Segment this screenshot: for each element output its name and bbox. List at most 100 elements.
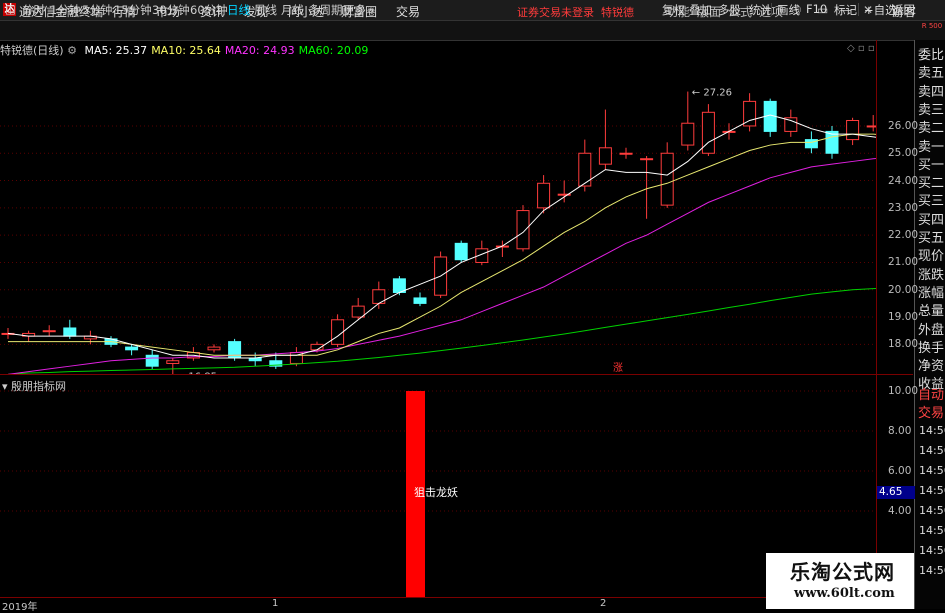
candlestick-chart: ← 27.26 ← 16.85 xyxy=(0,88,876,374)
date-axis xyxy=(0,597,876,610)
tick-time: 14:56 xyxy=(919,564,945,577)
candle-body xyxy=(537,182,551,209)
price-tick-label: 20.00 xyxy=(888,283,919,296)
price-tick-label: 25.00 xyxy=(888,147,919,160)
period-tab-15min[interactable]: 15分钟 xyxy=(114,2,152,18)
side-field-label: 买一 xyxy=(918,157,945,173)
menu-item-trade[interactable]: 交易 xyxy=(396,3,420,20)
mark-button[interactable]: 标记 xyxy=(834,2,857,18)
side-field-label: 卖五 xyxy=(918,66,945,82)
candle-body xyxy=(825,130,839,154)
ma5-line xyxy=(7,114,876,359)
side-field-label: 涨跌 xyxy=(918,267,945,283)
side-field-label: 买四 xyxy=(918,212,945,228)
side-field-label: 自动 xyxy=(918,388,945,403)
side-field-label: 委比 xyxy=(918,48,945,63)
period-tab-30min[interactable]: 30分钟 xyxy=(152,2,190,18)
price-tick-label: 19.00 xyxy=(888,311,919,324)
stats-button[interactable]: 统计 xyxy=(749,2,772,18)
ma10-line xyxy=(8,133,876,356)
restore-rights-button[interactable]: 复权 xyxy=(662,2,685,18)
date-label: 2019年 xyxy=(2,602,38,613)
indicator-tick-label: 4.00 xyxy=(888,505,912,517)
watermark-title: 乐淘公式网 xyxy=(790,560,895,584)
candle-body xyxy=(516,210,530,250)
side-field-label: 卖二 xyxy=(918,121,945,137)
back-button[interactable]: 返回 xyxy=(892,2,915,18)
toolbar-menu-icon[interactable]: ◫ xyxy=(5,2,16,16)
side-field-label: 外盘 xyxy=(918,322,945,338)
candle-body xyxy=(166,360,180,364)
limit-up-marker: 涨 xyxy=(613,363,623,374)
indicator-tick-label: 8.00 xyxy=(888,425,912,437)
ma60-line xyxy=(7,288,876,374)
multi-stock-button[interactable]: 多股 xyxy=(718,2,741,18)
high-price-label: ← 27.26 xyxy=(692,88,732,99)
candle-body xyxy=(598,147,612,165)
price-tick-label: 21.00 xyxy=(888,256,919,269)
period-tab-monthly[interactable]: 月线 xyxy=(281,2,304,18)
watermark-url: www.60lt.com xyxy=(794,586,895,601)
period-tab-weekly[interactable]: 周线 xyxy=(254,2,277,18)
f10-button[interactable]: F10 xyxy=(806,2,827,16)
period-tab-multi[interactable]: 多周期 xyxy=(308,2,343,18)
tick-time: 14:56 xyxy=(919,464,945,477)
side-field-label: 卖一 xyxy=(918,139,945,155)
side-field-label: 卖三 xyxy=(918,102,945,118)
signal-label: 狙击龙妖 xyxy=(414,486,458,499)
candle-body xyxy=(640,158,654,161)
tick-time: 14:56 xyxy=(919,544,945,557)
candle-body xyxy=(413,297,427,304)
candle-body xyxy=(701,111,715,154)
candle-body xyxy=(866,125,876,128)
tick-time: 14:56 xyxy=(919,424,945,437)
tick-time: 14:56 xyxy=(919,484,945,497)
side-field-label: 交易 xyxy=(918,406,945,421)
toolbar-divider xyxy=(858,3,859,16)
candle-body xyxy=(351,305,365,318)
indicator-current-value: 4.65 xyxy=(877,486,915,499)
tick-time: 14:56 xyxy=(919,504,945,517)
side-field-label: 买三 xyxy=(918,194,945,210)
side-field-label: 买五 xyxy=(918,231,945,246)
draw-line-button[interactable]: 画线 xyxy=(777,2,800,18)
date-label: 1 xyxy=(272,598,279,609)
price-tick-label: 23.00 xyxy=(888,201,919,214)
period-tab-more[interactable]: 更多 › xyxy=(343,2,374,18)
date-label: 2 xyxy=(600,598,607,609)
period-tab-intraday[interactable]: 分时 xyxy=(22,2,45,18)
period-tab-daily[interactable]: 日线 xyxy=(227,2,250,18)
candle-body xyxy=(454,242,468,261)
candle-body xyxy=(331,319,345,345)
toolbar-divider xyxy=(771,3,772,16)
side-field-label: 卖四 xyxy=(918,84,945,100)
overlay-button[interactable]: 叠加 xyxy=(689,2,712,18)
price-tick-label: 26.00 xyxy=(888,119,919,132)
period-tab-60min[interactable]: 60分钟 xyxy=(190,2,228,18)
price-tick-label: 22.00 xyxy=(888,229,919,242)
period-toolbar xyxy=(0,21,945,41)
side-field-label: 现价 xyxy=(918,249,945,265)
candle-body xyxy=(42,330,56,333)
candle-body xyxy=(846,119,860,141)
candle-body xyxy=(619,152,633,155)
price-tick-label: 24.00 xyxy=(888,174,919,187)
tick-time: 14:56 xyxy=(919,524,945,537)
side-field-label: 涨幅 xyxy=(918,285,945,301)
candle-body xyxy=(681,122,695,146)
candle-body xyxy=(207,346,221,351)
candle-body xyxy=(125,346,139,351)
period-tab-5min[interactable]: 5分钟 xyxy=(82,2,112,18)
indicator-tick-label: 6.00 xyxy=(888,465,912,477)
candle-body xyxy=(660,152,674,206)
side-field-label: 净资 xyxy=(918,359,945,375)
low-price-label: ← 16.85 xyxy=(177,372,217,374)
candle-body xyxy=(63,327,77,337)
candle-body xyxy=(145,354,159,367)
price-axis-line xyxy=(876,40,877,609)
period-tab-1min[interactable]: 1分钟 xyxy=(50,2,80,18)
login-warning[interactable]: 证券交易未登录 特锐德 xyxy=(517,4,634,20)
side-field-label: 换手 xyxy=(918,340,945,356)
tick-time: 14:56 xyxy=(919,444,945,457)
indicator-tick-label: 10.00 xyxy=(888,385,919,397)
